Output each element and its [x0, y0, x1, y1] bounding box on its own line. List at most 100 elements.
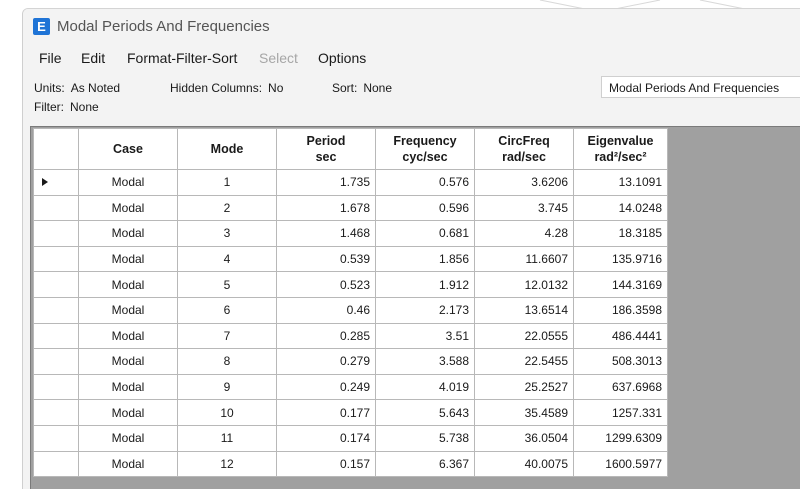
table-row[interactable]: Modal 6 0.46 2.173 13.6514 186.3598	[33, 296, 668, 324]
row-selector[interactable]	[33, 450, 79, 478]
cell-mode[interactable]: 9	[177, 373, 277, 401]
cell-mode[interactable]: 12	[177, 450, 277, 478]
menu-format-filter-sort[interactable]: Format-Filter-Sort	[127, 50, 237, 66]
cell-mode[interactable]: 10	[177, 399, 277, 426]
cell-period[interactable]: 1.678	[276, 194, 376, 222]
cell-period[interactable]: 0.523	[276, 271, 376, 298]
row-selector[interactable]	[33, 271, 79, 298]
cell-period[interactable]: 0.539	[276, 245, 376, 273]
cell-case[interactable]: Modal	[78, 348, 178, 375]
row-selector[interactable]	[33, 424, 79, 452]
row-selector[interactable]	[33, 296, 79, 324]
cell-circfreq[interactable]: 40.0075	[474, 450, 574, 478]
table-row[interactable]: Modal 8 0.279 3.588 22.5455 508.3013	[33, 348, 668, 375]
cell-eigenvalue[interactable]: 1299.6309	[573, 424, 668, 452]
column-header-case[interactable]: Case	[78, 128, 178, 170]
cell-frequency[interactable]: 2.173	[375, 296, 475, 324]
row-selector[interactable]	[33, 245, 79, 273]
cell-case[interactable]: Modal	[78, 271, 178, 298]
cell-eigenvalue[interactable]: 486.4441	[573, 322, 668, 350]
cell-eigenvalue[interactable]: 1600.5977	[573, 450, 668, 478]
cell-eigenvalue[interactable]: 508.3013	[573, 348, 668, 375]
row-selector[interactable]	[33, 194, 79, 222]
cell-eigenvalue[interactable]: 135.9716	[573, 245, 668, 273]
cell-eigenvalue[interactable]: 186.3598	[573, 296, 668, 324]
cell-circfreq[interactable]: 25.2527	[474, 373, 574, 401]
menu-file[interactable]: File	[39, 50, 62, 66]
cell-case[interactable]: Modal	[78, 245, 178, 273]
cell-eigenvalue[interactable]: 144.3169	[573, 271, 668, 298]
cell-period[interactable]: 0.174	[276, 424, 376, 452]
menu-edit[interactable]: Edit	[81, 50, 105, 66]
cell-frequency[interactable]: 3.588	[375, 348, 475, 375]
cell-eigenvalue[interactable]: 14.0248	[573, 194, 668, 222]
cell-case[interactable]: Modal	[78, 373, 178, 401]
row-selector[interactable]	[33, 169, 79, 196]
cell-circfreq[interactable]: 22.5455	[474, 348, 574, 375]
modal-results-table[interactable]: Case Mode Period sec Frequency cyc/sec C…	[33, 128, 668, 478]
cell-circfreq[interactable]: 3.6206	[474, 169, 574, 196]
cell-frequency[interactable]: 3.51	[375, 322, 475, 350]
table-row[interactable]: Modal 11 0.174 5.738 36.0504 1299.6309	[33, 424, 668, 452]
table-row[interactable]: Modal 4 0.539 1.856 11.6607 135.9716	[33, 245, 668, 273]
cell-circfreq[interactable]: 36.0504	[474, 424, 574, 452]
column-header-circfreq[interactable]: CircFreq rad/sec	[474, 128, 574, 170]
cell-frequency[interactable]: 0.596	[375, 194, 475, 222]
table-row[interactable]: Modal 1 1.735 0.576 3.6206 13.1091	[33, 169, 668, 196]
cell-circfreq[interactable]: 4.28	[474, 220, 574, 247]
table-row[interactable]: Modal 9 0.249 4.019 25.2527 637.6968	[33, 373, 668, 401]
cell-case[interactable]: Modal	[78, 322, 178, 350]
row-selector[interactable]	[33, 399, 79, 426]
cell-mode[interactable]: 5	[177, 271, 277, 298]
cell-case[interactable]: Modal	[78, 424, 178, 452]
cell-eigenvalue[interactable]: 637.6968	[573, 373, 668, 401]
cell-circfreq[interactable]: 35.4589	[474, 399, 574, 426]
table-row[interactable]: Modal 7 0.285 3.51 22.0555 486.4441	[33, 322, 668, 350]
cell-frequency[interactable]: 0.576	[375, 169, 475, 196]
cell-circfreq[interactable]: 12.0132	[474, 271, 574, 298]
table-name-field[interactable]: Modal Periods And Frequencies	[601, 76, 800, 98]
cell-case[interactable]: Modal	[78, 296, 178, 324]
table-row[interactable]: Modal 10 0.177 5.643 35.4589 1257.331	[33, 399, 668, 426]
cell-period[interactable]: 0.177	[276, 399, 376, 426]
table-row[interactable]: Modal 2 1.678 0.596 3.745 14.0248	[33, 194, 668, 222]
table-row[interactable]: Modal 3 1.468 0.681 4.28 18.3185	[33, 220, 668, 247]
menu-select[interactable]: Select	[259, 50, 298, 66]
cell-frequency[interactable]: 1.856	[375, 245, 475, 273]
cell-period[interactable]: 0.157	[276, 450, 376, 478]
cell-frequency[interactable]: 4.019	[375, 373, 475, 401]
cell-mode[interactable]: 8	[177, 348, 277, 375]
cell-circfreq[interactable]: 22.0555	[474, 322, 574, 350]
cell-case[interactable]: Modal	[78, 450, 178, 478]
cell-case[interactable]: Modal	[78, 194, 178, 222]
cell-circfreq[interactable]: 3.745	[474, 194, 574, 222]
cell-period[interactable]: 1.468	[276, 220, 376, 247]
cell-period[interactable]: 0.46	[276, 296, 376, 324]
cell-frequency[interactable]: 5.738	[375, 424, 475, 452]
cell-circfreq[interactable]: 11.6607	[474, 245, 574, 273]
data-grid-area[interactable]: Case Mode Period sec Frequency cyc/sec C…	[30, 126, 800, 489]
cell-eigenvalue[interactable]: 18.3185	[573, 220, 668, 247]
cell-eigenvalue[interactable]: 13.1091	[573, 169, 668, 196]
cell-period[interactable]: 0.285	[276, 322, 376, 350]
row-selector[interactable]	[33, 348, 79, 375]
cell-case[interactable]: Modal	[78, 169, 178, 196]
cell-eigenvalue[interactable]: 1257.331	[573, 399, 668, 426]
cell-period[interactable]: 0.249	[276, 373, 376, 401]
cell-mode[interactable]: 6	[177, 296, 277, 324]
cell-frequency[interactable]: 5.643	[375, 399, 475, 426]
row-selector[interactable]	[33, 373, 79, 401]
cell-period[interactable]: 0.279	[276, 348, 376, 375]
cell-case[interactable]: Modal	[78, 399, 178, 426]
row-selector[interactable]	[33, 322, 79, 350]
cell-frequency[interactable]: 1.912	[375, 271, 475, 298]
table-row[interactable]: Modal 12 0.157 6.367 40.0075 1600.5977	[33, 450, 668, 478]
cell-mode[interactable]: 1	[177, 169, 277, 196]
column-header-mode[interactable]: Mode	[177, 128, 277, 170]
column-header-eigenvalue[interactable]: Eigenvalue rad²/sec²	[573, 128, 668, 170]
cell-frequency[interactable]: 6.367	[375, 450, 475, 478]
cell-mode[interactable]: 7	[177, 322, 277, 350]
table-row[interactable]: Modal 5 0.523 1.912 12.0132 144.3169	[33, 271, 668, 298]
cell-frequency[interactable]: 0.681	[375, 220, 475, 247]
column-header-frequency[interactable]: Frequency cyc/sec	[375, 128, 475, 170]
